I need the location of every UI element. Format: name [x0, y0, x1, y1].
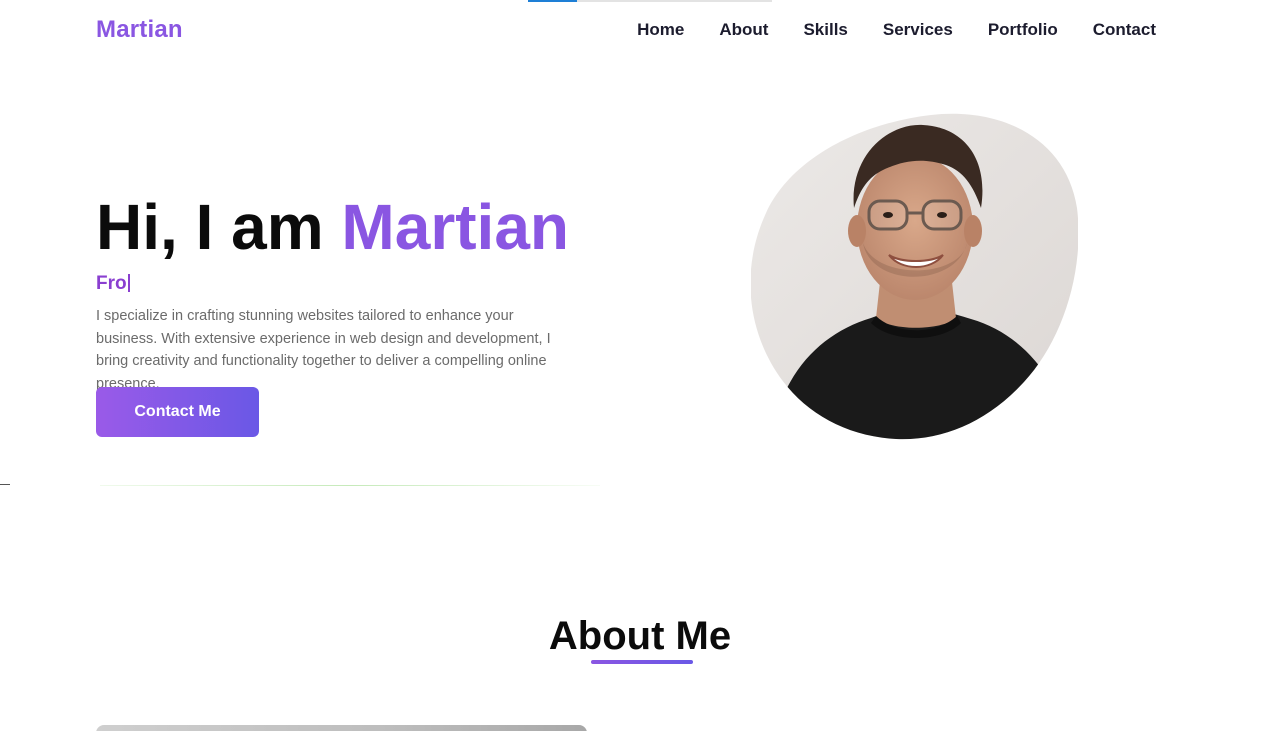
hero-greeting: Hi, I am: [96, 191, 324, 263]
site-logo[interactable]: Martian: [96, 16, 183, 44]
page: Martian Home About Skills Services Portf…: [0, 0, 1280, 731]
contact-me-button[interactable]: Contact Me: [96, 387, 259, 437]
about-section-title: About Me: [548, 614, 732, 658]
nav-item-portfolio[interactable]: Portfolio: [988, 20, 1058, 40]
hero-name: Martian: [341, 191, 569, 263]
typing-caret: [127, 274, 130, 292]
person-portrait-icon: [751, 113, 1078, 440]
edge-divider: [0, 484, 10, 485]
nav-item-about[interactable]: About: [719, 20, 768, 40]
main-nav: Home About Skills Services Portfolio Con…: [637, 20, 1156, 40]
typed-role: Fro: [96, 273, 130, 295]
hero-description: I specialize in crafting stunning websit…: [96, 308, 551, 392]
nav-item-home[interactable]: Home: [637, 20, 684, 40]
site-header: Martian Home About Skills Services Portf…: [0, 0, 1280, 62]
nav-item-contact[interactable]: Contact: [1093, 20, 1156, 40]
hero-title: Hi, I am Martian: [96, 190, 569, 264]
nav-item-services[interactable]: Services: [883, 20, 953, 40]
about-title-underline: [591, 660, 693, 664]
hero-divider: [100, 485, 600, 486]
about-image: [96, 725, 587, 731]
nav-item-skills[interactable]: Skills: [803, 20, 847, 40]
typed-role-text: Fro: [96, 273, 127, 294]
